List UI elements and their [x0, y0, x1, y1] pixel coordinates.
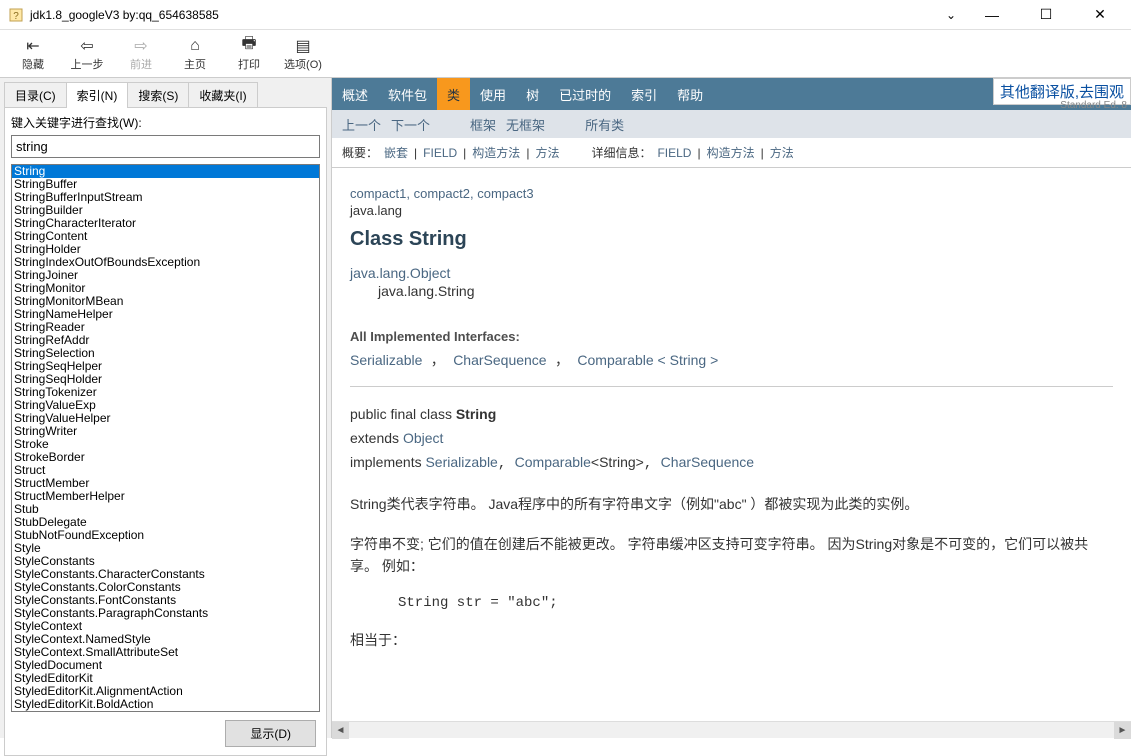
print-button[interactable]: 🖶 打印	[222, 32, 276, 76]
content-pane: 其他翻译版,去围观 Standard Ed. 8 概述软件包类使用树已过时的索引…	[332, 78, 1131, 738]
code-example-1: String str = "abc";	[398, 595, 1113, 611]
next-class-link[interactable]: 下一个	[391, 115, 430, 134]
scroll-left-button[interactable]: ◄	[332, 722, 349, 739]
print-icon: 🖶	[241, 36, 256, 56]
impl-charsequence-link[interactable]: CharSequence	[661, 454, 754, 470]
extends-object-link[interactable]: Object	[403, 430, 443, 446]
scroll-right-button[interactable]: ►	[1114, 722, 1131, 739]
compact-profiles: compact1, compact2, compact3	[350, 186, 1113, 201]
sidebar: 目录(C) 索引(N) 搜索(S) 收藏夹(I) 键入关键字进行查找(W): S…	[0, 78, 332, 738]
inheritance-tree: java.lang.Object java.lang.String	[350, 265, 1113, 299]
result-item[interactable]: StyledEditorKit.BoldAction	[12, 698, 319, 711]
description-2: 字符串不变; 它们的值在创建后不能被更改。 字符串缓冲区支持可变字符串。 因为S…	[350, 533, 1113, 577]
tab-contents[interactable]: 目录(C)	[4, 82, 67, 108]
summary-constr-link[interactable]: 构造方法	[472, 144, 520, 161]
compact-link[interactable]: compact2	[414, 186, 470, 201]
noframes-link[interactable]: 无框架	[506, 115, 545, 134]
hide-button[interactable]: ⇤ 隐藏	[6, 32, 60, 76]
summary-method-link[interactable]: 方法	[535, 144, 559, 161]
description-3: 相当于：	[350, 629, 1113, 651]
detail-constr-link[interactable]: 构造方法	[707, 144, 755, 161]
app-icon: ?	[8, 7, 24, 23]
implemented-interfaces-label: All Implemented Interfaces:	[350, 329, 1113, 344]
tab-search[interactable]: 搜索(S)	[127, 82, 189, 108]
home-icon: ⌂	[190, 36, 200, 56]
description-1: String类代表字符串。 Java程序中的所有字符串文字（例如"abc" ）都…	[350, 493, 1113, 515]
edition-label: Standard Ed. 8	[1060, 100, 1127, 111]
compact-link[interactable]: compact3	[477, 186, 533, 201]
back-button[interactable]: ⇦ 上一步	[60, 32, 114, 76]
prev-class-link[interactable]: 上一个	[342, 115, 381, 134]
summary-field-link[interactable]: FIELD	[423, 146, 457, 160]
class-title: Class String	[350, 228, 1113, 251]
hide-icon: ⇤	[26, 36, 39, 56]
result-item[interactable]: StubNotFoundException	[12, 529, 319, 542]
interface-link[interactable]: CharSequence	[453, 352, 546, 368]
ribbon-dropdown-icon[interactable]: ⌄	[941, 8, 961, 22]
compact-link[interactable]: compact1	[350, 186, 406, 201]
sidebar-tabs: 目录(C) 索引(N) 搜索(S) 收藏夹(I)	[4, 82, 327, 108]
tab-favorites[interactable]: 收藏夹(I)	[188, 82, 257, 108]
nav-item[interactable]: 概述	[332, 78, 378, 110]
result-item[interactable]: StrokeBorder	[12, 451, 319, 464]
options-button[interactable]: ▤ 选项(O)	[276, 32, 330, 76]
package-name: java.lang	[350, 203, 1113, 218]
detail-field-link[interactable]: FIELD	[657, 146, 691, 160]
back-icon: ⇦	[80, 36, 93, 56]
nav-item[interactable]: 软件包	[378, 78, 437, 110]
detail-method-link[interactable]: 方法	[770, 144, 794, 161]
doc-nav-summary: 概要： 嵌套| FIELD| 构造方法| 方法 详细信息： FIELD| 构造方…	[332, 138, 1131, 168]
summary-nested-link[interactable]: 嵌套	[384, 144, 408, 161]
window-title: jdk1.8_googleV3 by:qq_654638585	[30, 8, 941, 22]
result-list[interactable]: StringStringBufferStringBufferInputStrea…	[11, 164, 320, 712]
home-button[interactable]: ⌂ 主页	[168, 32, 222, 76]
options-icon: ▤	[295, 36, 310, 56]
impl-comparable-link[interactable]: Comparable	[515, 454, 591, 470]
result-item[interactable]: StringWriter	[12, 425, 319, 438]
nav-item[interactable]: 类	[437, 78, 470, 110]
class-signature: public final class String extends Object…	[350, 403, 1113, 475]
nav-item[interactable]: 已过时的	[549, 78, 621, 110]
frames-link[interactable]: 框架	[470, 115, 496, 134]
nav-item[interactable]: 索引	[621, 78, 667, 110]
search-input[interactable]	[11, 135, 320, 158]
maximize-button[interactable]: ☐	[1023, 0, 1069, 30]
allclasses-link[interactable]: 所有类	[585, 115, 624, 134]
doc-nav-secondary: 上一个 下一个 框架 无框架 所有类	[332, 110, 1131, 138]
implemented-interfaces: Serializable ， CharSequence ， Comparable…	[350, 350, 1113, 370]
impl-serializable-link[interactable]: Serializable	[425, 454, 497, 470]
nav-item[interactable]: 帮助	[667, 78, 713, 110]
close-button[interactable]: ✕	[1077, 0, 1123, 30]
inherit-self: java.lang.String	[378, 283, 1113, 299]
tab-index[interactable]: 索引(N)	[66, 82, 129, 108]
interface-link[interactable]: Serializable	[350, 352, 422, 368]
svg-text:?: ?	[13, 11, 19, 22]
titlebar: ? jdk1.8_googleV3 by:qq_654638585 ⌄ — ☐ …	[0, 0, 1131, 30]
inherit-object-link[interactable]: java.lang.Object	[350, 265, 450, 281]
result-item[interactable]: StructMemberHelper	[12, 490, 319, 503]
search-label: 键入关键字进行查找(W):	[11, 114, 320, 131]
horizontal-scrollbar[interactable]: ◄ ►	[332, 721, 1131, 738]
interface-link[interactable]: Comparable < String >	[577, 352, 718, 368]
show-button[interactable]: 显示(D)	[225, 720, 316, 747]
minimize-button[interactable]: —	[969, 0, 1015, 30]
doc-content: compact1, compact2, compact3 java.lang C…	[332, 168, 1131, 738]
toolbar: ⇤ 隐藏 ⇦ 上一步 ⇨ 前进 ⌂ 主页 🖶 打印 ▤ 选项(O)	[0, 30, 1131, 78]
nav-item[interactable]: 树	[516, 78, 549, 110]
forward-button: ⇨ 前进	[114, 32, 168, 76]
nav-item[interactable]: 使用	[470, 78, 516, 110]
forward-icon: ⇨	[134, 36, 147, 56]
